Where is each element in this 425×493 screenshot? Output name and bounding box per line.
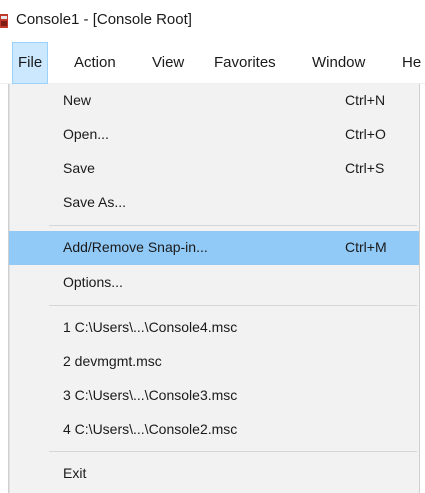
mmc-window: Console1 - [Console Root] File Action Vi…: [0, 0, 425, 493]
menu-item-recent-3[interactable]: 3 C:\Users\...\Console3.msc: [9, 379, 419, 413]
menu-item-label: 1 C:\Users\...\Console4.msc: [63, 319, 238, 335]
menu-item-label: Add/Remove Snap-in...: [63, 239, 208, 255]
menu-item-new[interactable]: New Ctrl+N: [9, 84, 419, 118]
menu-separator: [49, 451, 417, 452]
menu-item-label: Save As...: [63, 194, 127, 210]
menu-window[interactable]: Window: [312, 42, 365, 84]
menu-item-label: 3 C:\Users\...\Console3.msc: [63, 387, 238, 403]
mmc-icon: [0, 14, 8, 28]
menu-item-label: New: [63, 92, 92, 108]
menu-action[interactable]: Action: [74, 42, 116, 84]
menu-item-exit[interactable]: Exit: [9, 457, 419, 491]
menu-favorites[interactable]: Favorites: [214, 42, 276, 84]
menu-item-save[interactable]: Save Ctrl+S: [9, 152, 419, 186]
menu-file[interactable]: File: [12, 42, 49, 84]
menu-item-shortcut: Ctrl+N: [345, 92, 386, 108]
file-menu-dropdown: New Ctrl+N Open... Ctrl+O Save Ctrl+S Sa…: [8, 84, 420, 493]
menu-item-label: Options...: [63, 274, 123, 290]
menu-item-open[interactable]: Open... Ctrl+O: [9, 118, 419, 152]
menu-view[interactable]: View: [152, 42, 184, 84]
menu-separator: [49, 305, 417, 306]
menu-bar: File Action View Favorites Window He: [0, 42, 425, 84]
menu-item-label: 2 devmgmt.msc: [63, 353, 162, 369]
menu-item-label: Exit: [63, 465, 87, 481]
menu-help[interactable]: He: [402, 42, 421, 84]
menu-item-shortcut: Ctrl+M: [345, 239, 387, 255]
menu-item-save-as[interactable]: Save As...: [9, 186, 419, 220]
menu-item-shortcut: Ctrl+S: [345, 160, 385, 176]
menu-item-options[interactable]: Options...: [9, 266, 419, 300]
menu-item-label: Open...: [63, 126, 109, 142]
menu-item-recent-2[interactable]: 2 devmgmt.msc: [9, 345, 419, 379]
menu-item-recent-1[interactable]: 1 C:\Users\...\Console4.msc: [9, 311, 419, 345]
menu-separator: [49, 225, 417, 226]
title-bar[interactable]: Console1 - [Console Root]: [0, 0, 425, 40]
menu-item-recent-4[interactable]: 4 C:\Users\...\Console2.msc: [9, 413, 419, 447]
window-title: Console1 - [Console Root]: [16, 11, 192, 28]
menu-item-shortcut: Ctrl+O: [345, 126, 386, 142]
menu-item-add-remove-snap-in[interactable]: Add/Remove Snap-in... Ctrl+M: [9, 231, 419, 265]
menu-item-label: Save: [63, 160, 95, 176]
menu-item-label: 4 C:\Users\...\Console2.msc: [63, 421, 238, 437]
